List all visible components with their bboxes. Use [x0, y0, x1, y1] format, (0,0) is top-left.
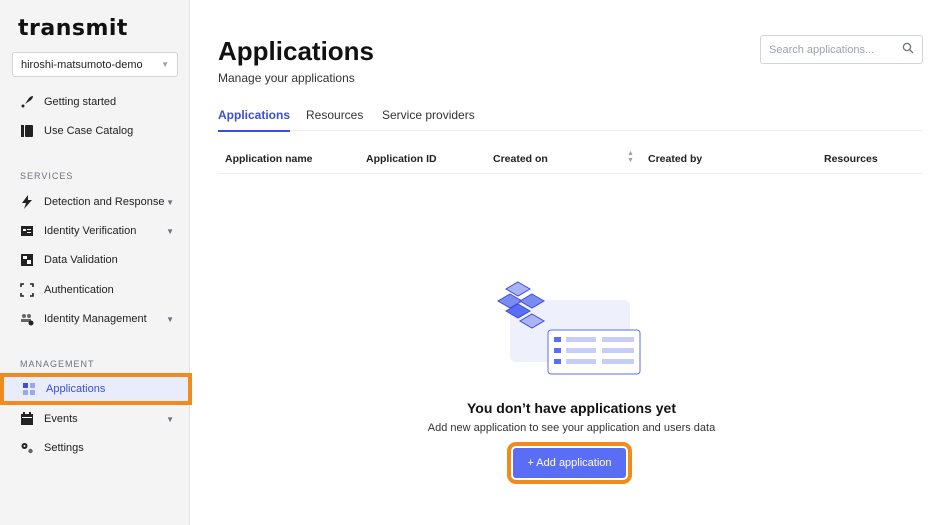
sidebar-item-getting-started[interactable]: Getting started — [0, 88, 190, 116]
tab-applications[interactable]: Applications — [218, 108, 291, 132]
tab-service-providers[interactable]: Service providers — [382, 108, 475, 130]
page-subtitle: Manage your applications — [218, 71, 355, 85]
users-gear-icon — [20, 312, 34, 326]
table-header: Application name Application ID Created … — [218, 144, 923, 174]
data-validation-icon — [20, 253, 34, 267]
environment-label: hiroshi-matsumoto-demo — [21, 58, 143, 71]
sidebar-item-label: Use Case Catalog — [44, 125, 134, 137]
sidebar-item-label: Events — [44, 413, 78, 425]
search-placeholder: Search applications... — [769, 43, 875, 56]
sidebar-item-label: Applications — [46, 383, 106, 395]
sidebar-item-label: Data Validation — [44, 254, 118, 266]
column-header-created-on[interactable]: Created on — [493, 153, 548, 165]
rocket-icon — [20, 95, 34, 109]
transmit-logo[interactable]: transmit — [18, 16, 128, 41]
sidebar-item-identity-management[interactable]: Identity Management ▼ — [0, 305, 190, 333]
sidebar-item-data-validation[interactable]: Data Validation — [0, 246, 190, 274]
empty-state-title: You don’t have applications yet — [467, 400, 676, 416]
environment-select[interactable]: hiroshi-matsumoto-demo ▼ — [12, 52, 178, 77]
empty-state-illustration — [497, 281, 641, 375]
search-icon — [902, 42, 914, 57]
chevron-down-icon: ▼ — [161, 60, 169, 69]
column-header-application-name[interactable]: Application name — [225, 153, 313, 165]
section-label-management: MANAGEMENT — [20, 359, 95, 369]
chevron-down-icon: ▼ — [166, 314, 174, 324]
sidebar-item-applications[interactable]: Applications — [0, 373, 192, 405]
chevron-down-icon: ▼ — [166, 414, 174, 424]
sidebar-item-identity-verification[interactable]: Identity Verification ▼ — [0, 217, 190, 245]
column-header-application-id[interactable]: Application ID — [366, 153, 437, 165]
tab-resources[interactable]: Resources — [306, 108, 363, 130]
page-title: Applications — [218, 36, 375, 66]
chevron-down-icon: ▼ — [166, 197, 174, 207]
sidebar-item-label: Identity Verification — [44, 225, 137, 237]
sidebar-item-label: Identity Management — [44, 313, 147, 325]
calendar-icon — [20, 412, 34, 426]
search-input[interactable]: Search applications... — [760, 35, 923, 64]
column-header-created-by[interactable]: Created by — [648, 153, 702, 165]
sidebar-item-use-case-catalog[interactable]: Use Case Catalog — [0, 117, 190, 145]
main-content: Applications Manage your applications Se… — [191, 0, 952, 525]
sidebar-item-detection-and-response[interactable]: Detection and Response ▼ — [0, 188, 190, 216]
sidebar-item-label: Authentication — [44, 284, 114, 296]
grid-icon — [22, 382, 36, 396]
bolt-icon — [20, 195, 34, 209]
sidebar-item-settings[interactable]: Settings — [0, 434, 190, 462]
sort-icon[interactable]: ▲ ▼ — [627, 150, 634, 164]
chevron-down-icon: ▼ — [166, 226, 174, 236]
sidebar-item-label: Detection and Response — [44, 196, 165, 208]
sidebar-item-events[interactable]: Events ▼ — [0, 405, 190, 433]
id-card-icon — [20, 224, 34, 238]
tab-bar: Applications Resources Service providers — [218, 104, 923, 132]
catalog-icon — [20, 124, 34, 138]
scan-frame-icon — [20, 283, 34, 297]
sidebar: transmit hiroshi-matsumoto-demo ▼ Gettin… — [0, 0, 192, 525]
sidebar-item-label: Getting started — [44, 96, 117, 108]
gears-icon — [20, 441, 34, 455]
sidebar-item-authentication[interactable]: Authentication — [0, 276, 190, 304]
section-label-services: SERVICES — [20, 171, 74, 181]
add-application-button[interactable]: + Add application — [507, 442, 632, 484]
empty-state-subtitle: Add new application to see your applicat… — [427, 422, 716, 434]
column-header-resources[interactable]: Resources — [824, 153, 878, 165]
sidebar-item-label: Settings — [44, 442, 84, 454]
